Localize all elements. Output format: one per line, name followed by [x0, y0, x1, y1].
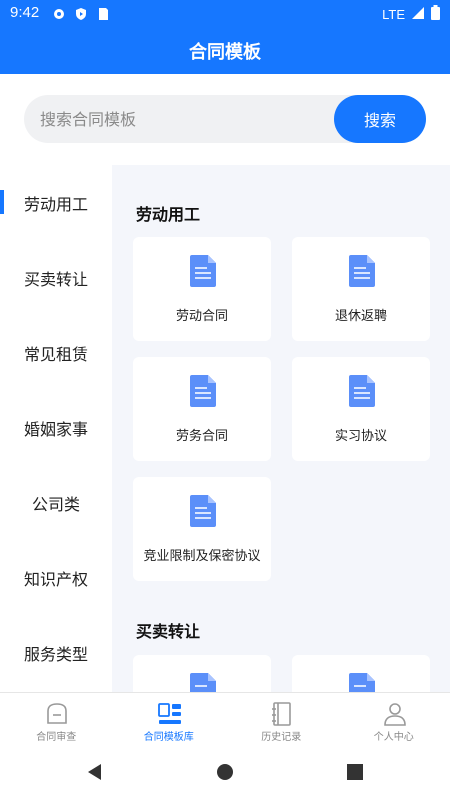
template-card[interactable] — [133, 655, 271, 692]
tab-label: 个人中心 — [373, 732, 414, 743]
search-input[interactable] — [40, 95, 330, 143]
category-item-company[interactable]: 公司类 — [0, 465, 112, 540]
sd-card-icon — [96, 6, 110, 20]
tab-template-library[interactable]: 合同模板库 — [113, 693, 226, 745]
shield-icon — [74, 6, 88, 20]
document-icon — [190, 255, 216, 287]
recents-icon[interactable] — [345, 762, 365, 782]
tab-history[interactable]: 历史记录 — [225, 693, 338, 745]
back-icon[interactable] — [85, 762, 105, 782]
category-item-trade[interactable]: 买卖转让 — [0, 240, 112, 315]
document-icon — [190, 673, 216, 692]
template-card[interactable]: 退休返聘 — [292, 237, 430, 341]
category-sidebar: 劳动用工 买卖转让 常见租赁 婚姻家事 公司类 知识产权 服务类型 — [0, 165, 112, 692]
search-button[interactable]: 搜索 — [334, 95, 426, 143]
tab-label: 合同模板库 — [143, 732, 194, 743]
status-time: 9:42 — [10, 4, 40, 21]
category-item-marriage[interactable]: 婚姻家事 — [0, 390, 112, 465]
template-card[interactable]: 实习协议 — [292, 357, 430, 461]
system-nav-bar — [0, 744, 450, 800]
person-icon — [382, 701, 408, 727]
template-card[interactable] — [292, 655, 430, 692]
template-card[interactable]: 劳务合同 — [133, 357, 271, 461]
search-bar: 搜索 — [24, 95, 426, 143]
template-label: 实习协议 — [334, 429, 387, 444]
section-title: 买卖转让 — [136, 622, 201, 641]
section-title: 劳动用工 — [136, 205, 201, 224]
battery-icon — [431, 5, 440, 23]
tab-label: 合同审查 — [36, 732, 77, 743]
tab-contract-review[interactable]: 合同审查 — [0, 693, 113, 745]
contract-review-icon — [44, 701, 70, 727]
history-icon — [269, 701, 295, 727]
status-icons — [52, 6, 110, 20]
category-item-lease[interactable]: 常见租赁 — [0, 315, 112, 390]
status-right: LTE — [382, 5, 440, 23]
top-bar: 9:42 LTE 合同模板 — [0, 0, 450, 74]
category-item-ip[interactable]: 知识产权 — [0, 540, 112, 615]
template-label: 劳动合同 — [175, 309, 228, 324]
template-card[interactable]: 劳动合同 — [133, 237, 271, 341]
category-item-labor[interactable]: 劳动用工 — [0, 165, 112, 240]
template-label: 劳务合同 — [175, 429, 228, 444]
home-icon[interactable] — [215, 762, 235, 782]
network-type: LTE — [382, 6, 405, 22]
template-label: 退休返聘 — [334, 309, 387, 324]
signal-icon — [411, 6, 425, 23]
template-card[interactable]: 竞业限制及保密协议 — [133, 477, 271, 581]
bottom-tab-bar: 合同审查 合同模板库 历史记录 个人中心 — [0, 692, 450, 744]
template-label: 竞业限制及保密协议 — [143, 549, 261, 564]
tab-label: 历史记录 — [261, 732, 302, 743]
document-icon — [190, 495, 216, 527]
document-icon — [349, 375, 375, 407]
template-library-icon — [157, 701, 183, 727]
gear-icon — [52, 6, 66, 20]
category-item-service[interactable]: 服务类型 — [0, 615, 112, 690]
document-icon — [190, 375, 216, 407]
document-icon — [349, 673, 375, 692]
template-list: 劳动用工 劳动合同 退休返聘 劳务合同 实习协议 竞业限制及保密协议 买卖转让 — [112, 165, 450, 692]
page-title: 合同模板 — [189, 42, 261, 63]
tab-personal-center[interactable]: 个人中心 — [338, 693, 450, 745]
document-icon — [349, 255, 375, 287]
status-bar: 9:42 LTE — [0, 0, 450, 28]
